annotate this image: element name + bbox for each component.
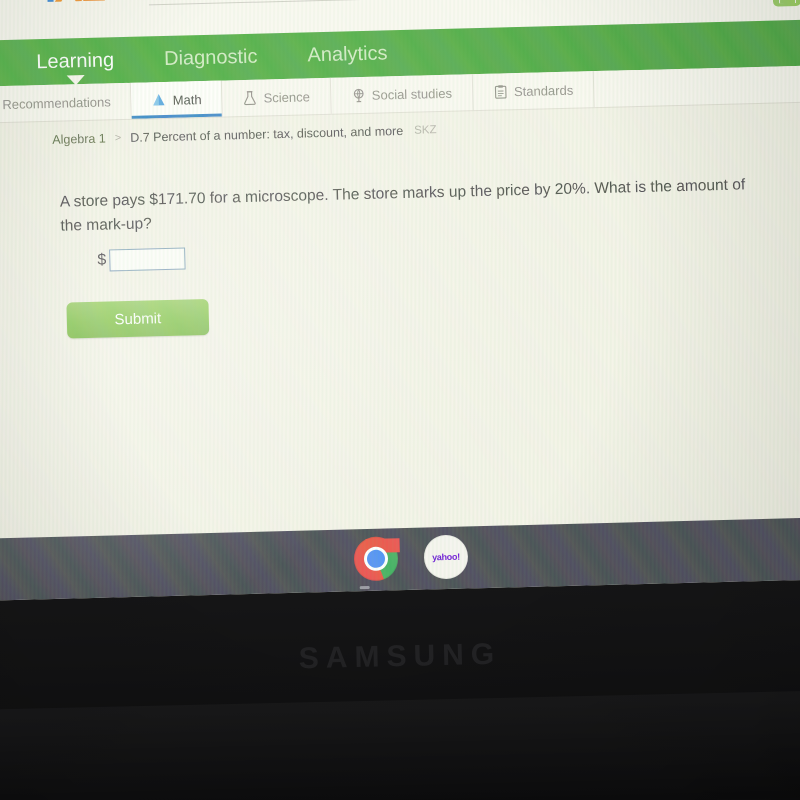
- breadcrumb-separator: >: [114, 132, 122, 145]
- active-app-indicator: [359, 585, 370, 590]
- submit-button[interactable]: Submit: [66, 298, 210, 339]
- tab-social-studies[interactable]: Social studies: [330, 74, 474, 114]
- tab-standards[interactable]: Standards: [472, 71, 595, 111]
- tab-science-label: Science: [263, 88, 311, 105]
- tab-math[interactable]: Math: [131, 80, 224, 119]
- tab-math-label: Math: [172, 91, 202, 108]
- answer-row: $: [97, 247, 186, 272]
- logo-letter-i: I: [44, 0, 55, 11]
- photo-of-monitor: SAMSUNG IXL We Lear: [0, 0, 800, 800]
- currency-prefix: $: [97, 251, 107, 269]
- browser-viewport: IXL We Learning Diagnostic Analytics: [0, 0, 800, 601]
- breadcrumb-skill: D.7 Percent of a number: tax, discount, …: [130, 123, 404, 145]
- tab-recommendations-label: Recommendations: [2, 93, 111, 112]
- nav-item-diagnostic[interactable]: Diagnostic: [160, 45, 262, 71]
- monitor-bezel: [0, 565, 800, 800]
- search-input[interactable]: [148, 0, 449, 6]
- tab-science[interactable]: Science: [222, 77, 332, 117]
- clipboard-icon: [494, 84, 507, 99]
- search-container: [148, 0, 449, 6]
- logo-letters-xl: XL: [54, 0, 105, 11]
- yahoo-icon[interactable]: yahoo!: [423, 534, 469, 580]
- screen-area: IXL We Learning Diagnostic Analytics: [0, 0, 800, 601]
- taskbar-icons: yahoo!: [0, 525, 800, 591]
- tab-recommendations[interactable]: Recommendations: [0, 82, 133, 124]
- breadcrumb-skill-code: SKZ: [414, 124, 437, 137]
- question-text: A store pays $171.70 for a microscope. T…: [59, 176, 746, 235]
- globe-icon: [353, 88, 364, 102]
- breadcrumb: Algebra 1 > D.7 Percent of a number: tax…: [52, 123, 437, 147]
- person-icon: [772, 0, 800, 7]
- nav-item-analytics[interactable]: Analytics: [303, 42, 392, 67]
- flask-icon: [244, 90, 257, 105]
- user-menu[interactable]: We: [772, 0, 800, 7]
- ixl-logo[interactable]: IXL: [44, 0, 105, 11]
- answer-input[interactable]: [108, 247, 186, 272]
- chrome-icon[interactable]: [353, 536, 399, 582]
- math-pyramid-icon: [153, 93, 165, 105]
- yahoo-icon-label: yahoo!: [431, 551, 460, 563]
- tab-standards-label: Standards: [513, 82, 574, 99]
- nav-item-learning[interactable]: Learning: [32, 49, 118, 74]
- tab-social-studies-label: Social studies: [371, 85, 453, 103]
- breadcrumb-course[interactable]: Algebra 1: [52, 132, 106, 147]
